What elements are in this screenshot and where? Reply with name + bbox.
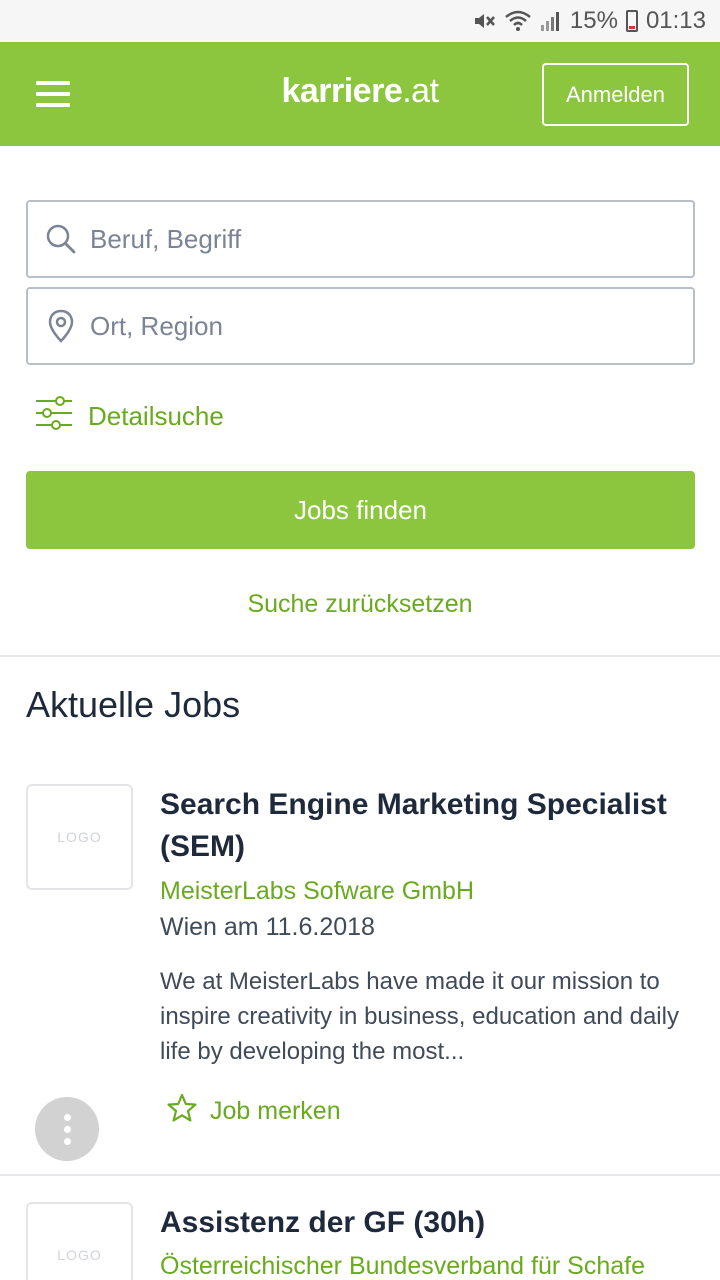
location-search-input[interactable] bbox=[90, 310, 693, 342]
hamburger-menu-icon[interactable] bbox=[36, 81, 70, 107]
mute-icon bbox=[472, 9, 496, 33]
signal-icon bbox=[540, 9, 562, 33]
job-location-date: Wien am 11.6.2018 bbox=[160, 913, 375, 941]
location-search-field[interactable] bbox=[26, 287, 695, 365]
dot bbox=[63, 1113, 71, 1121]
filter-sliders-icon bbox=[34, 396, 74, 437]
clock: 01:13 bbox=[645, 7, 706, 34]
dot bbox=[63, 1137, 71, 1145]
more-options-button[interactable] bbox=[35, 1097, 99, 1161]
section-title: Aktuelle Jobs bbox=[26, 684, 241, 725]
find-jobs-button[interactable]: Jobs finden bbox=[26, 471, 695, 549]
job-search-field[interactable] bbox=[26, 200, 695, 278]
dot bbox=[63, 1125, 71, 1133]
company-logo: LOGO bbox=[26, 1202, 133, 1280]
divider bbox=[0, 655, 720, 657]
job-description: We at MeisterLabs have made it our missi… bbox=[160, 968, 679, 1065]
company-name[interactable]: Österreichischer Bundesverband für Schaf… bbox=[160, 1252, 645, 1280]
company-logo: LOGO bbox=[26, 784, 133, 890]
job-search-input[interactable] bbox=[90, 223, 693, 255]
star-icon bbox=[166, 1092, 198, 1131]
reset-search-link[interactable]: Suche zurücksetzen bbox=[0, 590, 720, 619]
wifi-icon bbox=[504, 9, 532, 33]
job-title[interactable]: Assistenz der GF (30h) bbox=[160, 1202, 700, 1244]
login-button[interactable]: Anmelden bbox=[542, 63, 689, 126]
battery-icon bbox=[625, 10, 638, 32]
detail-search-label: Detailsuche bbox=[88, 401, 224, 431]
company-name[interactable]: MeisterLabs Sofware GmbH bbox=[160, 877, 474, 906]
job-title[interactable]: Search Engine Marketing Specialist (SEM) bbox=[160, 784, 700, 868]
save-job-button[interactable]: Job merken bbox=[166, 1092, 341, 1131]
location-pin-icon bbox=[28, 309, 90, 343]
status-bar: 15% 01:13 bbox=[0, 0, 720, 42]
app-header: karriere.at Anmelden bbox=[0, 42, 720, 146]
search-icon bbox=[28, 223, 90, 255]
detail-search-link[interactable]: Detailsuche bbox=[34, 396, 224, 437]
save-job-label: Job merken bbox=[210, 1097, 341, 1125]
battery-percent: 15% bbox=[569, 7, 618, 34]
divider bbox=[0, 1174, 720, 1176]
